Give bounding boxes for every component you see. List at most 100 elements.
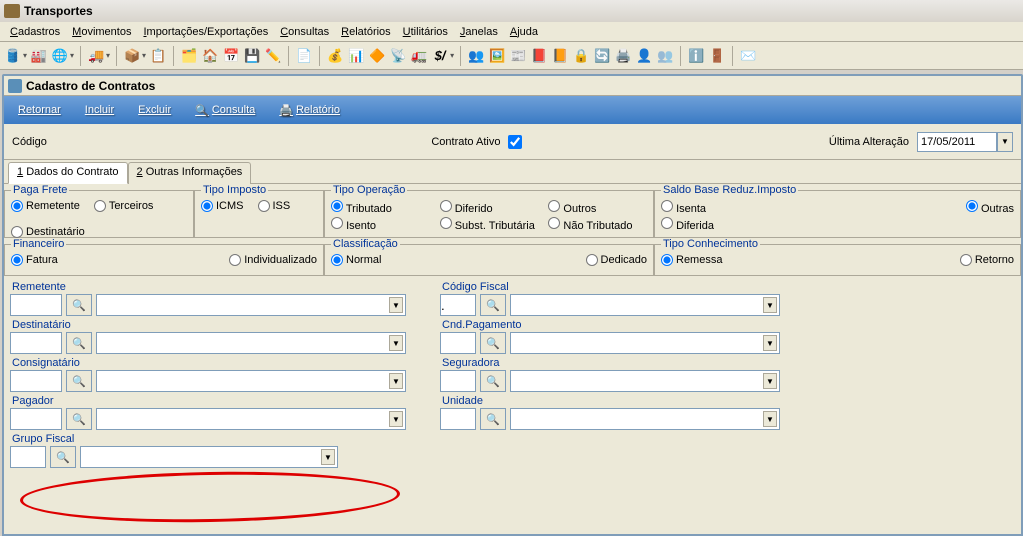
grupo-fiscal-code[interactable]: [10, 446, 46, 468]
menu-janelas[interactable]: Janelas: [454, 24, 504, 40]
pagador-lookup-btn[interactable]: 🔍: [66, 408, 92, 430]
tool-icon-23[interactable]: 📙: [551, 47, 569, 65]
tool-icon-13[interactable]: 💰: [326, 47, 344, 65]
tool-icon-9[interactable]: 📅: [222, 47, 240, 65]
cnd-pagamento-code[interactable]: [440, 332, 476, 354]
tool-icon-11[interactable]: ✏️: [264, 47, 282, 65]
ultima-alteracao-value[interactable]: 17/05/2011: [917, 132, 997, 152]
radio-diferido[interactable]: Diferido: [440, 200, 539, 215]
grupo-fiscal-lookup-btn[interactable]: 🔍: [50, 446, 76, 468]
pagador-code[interactable]: [10, 408, 62, 430]
codigo-fiscal-combo[interactable]: ▼: [510, 294, 780, 316]
destinatario-lookup-btn[interactable]: 🔍: [66, 332, 92, 354]
radio-subst[interactable]: Subst. Tributária: [440, 217, 539, 232]
action-relatorio[interactable]: 🖨️ Relatório: [279, 104, 340, 117]
dropdown-icon[interactable]: ▾: [450, 51, 454, 60]
tab-outras-informacoes[interactable]: 2 Outras Informações: [128, 162, 252, 184]
tool-icon-14[interactable]: 📊: [347, 47, 365, 65]
radio-diferida[interactable]: Diferida: [661, 217, 714, 232]
action-excluir[interactable]: Excluir: [138, 104, 171, 116]
tool-icon-19[interactable]: 👥: [467, 47, 485, 65]
menu-relatorios[interactable]: Relatórios: [335, 24, 397, 40]
consignatario-lookup-btn[interactable]: 🔍: [66, 370, 92, 392]
radio-terceiros[interactable]: Terceiros: [94, 200, 154, 212]
radio-normal[interactable]: Normal: [331, 254, 381, 266]
menu-importacoes[interactable]: Importações/Exportações: [137, 24, 274, 40]
dropdown-icon[interactable]: ▾: [106, 51, 110, 60]
tool-icon-25[interactable]: 🔄: [593, 47, 611, 65]
radio-retorno[interactable]: Retorno: [960, 254, 1014, 266]
tool-icon-5[interactable]: 📦: [123, 47, 141, 65]
tool-icon-8[interactable]: 🏠: [201, 47, 219, 65]
tool-icon-20[interactable]: 🖼️: [488, 47, 506, 65]
tool-icon-26[interactable]: 🖨️: [614, 47, 632, 65]
seguradora-code[interactable]: [440, 370, 476, 392]
remetente-combo[interactable]: ▼: [96, 294, 406, 316]
menu-ajuda[interactable]: Ajuda: [504, 24, 544, 40]
seguradora-combo[interactable]: ▼: [510, 370, 780, 392]
tool-icon-16[interactable]: 📡: [389, 47, 407, 65]
tool-icon-4[interactable]: 🚚: [87, 47, 105, 65]
radio-outros[interactable]: Outros: [548, 200, 647, 215]
cnd-pagamento-combo[interactable]: ▼: [510, 332, 780, 354]
tool-icon-22[interactable]: 📕: [530, 47, 548, 65]
tool-icon-7[interactable]: 🗂️: [180, 47, 198, 65]
tool-icon-17[interactable]: 🚛: [410, 47, 428, 65]
radio-tributado[interactable]: Tributado: [331, 200, 430, 215]
tool-icon-27[interactable]: 👤: [635, 47, 653, 65]
contrato-ativo-checkbox[interactable]: [508, 135, 522, 149]
tool-icon-30[interactable]: 🚪: [708, 47, 726, 65]
tool-icon-28[interactable]: 👥: [656, 47, 674, 65]
consignatario-code[interactable]: [10, 370, 62, 392]
unidade-code[interactable]: [440, 408, 476, 430]
action-consulta[interactable]: 🔍 Consulta: [195, 104, 255, 117]
radio-dedicado[interactable]: Dedicado: [586, 254, 647, 266]
dropdown-icon[interactable]: ▾: [70, 51, 74, 60]
date-dropdown-icon[interactable]: ▼: [997, 132, 1013, 152]
dropdown-icon[interactable]: ▾: [23, 51, 27, 60]
menu-movimentos[interactable]: Movimentos: [66, 24, 137, 40]
destinatario-combo[interactable]: ▼: [96, 332, 406, 354]
radio-destinatario[interactable]: Destinatário: [11, 226, 187, 238]
destinatario-code[interactable]: [10, 332, 62, 354]
tool-icon-6[interactable]: 📋: [149, 47, 167, 65]
tool-icon-3[interactable]: 🌐: [51, 47, 69, 65]
tool-icon-24[interactable]: 🔒: [572, 47, 590, 65]
seguradora-lookup-btn[interactable]: 🔍: [480, 370, 506, 392]
cnd-pagamento-lookup-btn[interactable]: 🔍: [480, 332, 506, 354]
unidade-lookup-btn[interactable]: 🔍: [480, 408, 506, 430]
radio-isento[interactable]: Isento: [331, 217, 430, 232]
tool-icon-29[interactable]: ℹ️: [687, 47, 705, 65]
radio-outras[interactable]: Outras: [966, 200, 1014, 232]
radio-remetente[interactable]: Remetente: [11, 200, 80, 212]
radio-isenta[interactable]: Isenta: [661, 200, 714, 215]
tool-icon-15[interactable]: 🔶: [368, 47, 386, 65]
tool-icon-12[interactable]: 📄: [295, 47, 313, 65]
tool-icon-21[interactable]: 📰: [509, 47, 527, 65]
tool-icon-10[interactable]: 💾: [243, 47, 261, 65]
tool-icon-1[interactable]: 🛢️: [4, 47, 22, 65]
radio-remessa[interactable]: Remessa: [661, 254, 722, 266]
dropdown-icon[interactable]: ▾: [142, 51, 146, 60]
remetente-lookup-btn[interactable]: 🔍: [66, 294, 92, 316]
tool-icon-18[interactable]: $/: [431, 47, 449, 65]
radio-icms[interactable]: ICMS: [201, 200, 244, 212]
action-retornar[interactable]: Retornar: [18, 104, 61, 116]
radio-fatura[interactable]: Fatura: [11, 254, 58, 266]
tab-dados-contrato[interactable]: 1 1 Dados do ContratoDados do Contrato: [8, 162, 128, 184]
remetente-code[interactable]: [10, 294, 62, 316]
menu-consultas[interactable]: Consultas: [274, 24, 335, 40]
radio-iss[interactable]: ISS: [258, 200, 291, 212]
menu-cadastros[interactable]: Cadastros: [4, 24, 66, 40]
unidade-combo[interactable]: ▼: [510, 408, 780, 430]
pagador-combo[interactable]: ▼: [96, 408, 406, 430]
tool-icon-2[interactable]: 🏭: [30, 47, 48, 65]
radio-naotrib[interactable]: Não Tributado: [548, 217, 647, 232]
tool-icon-31[interactable]: ✉️: [739, 47, 757, 65]
consignatario-combo[interactable]: ▼: [96, 370, 406, 392]
menu-utilitarios[interactable]: Utilitários: [397, 24, 454, 40]
codigo-fiscal-code[interactable]: [440, 294, 476, 316]
codigo-fiscal-lookup-btn[interactable]: 🔍: [480, 294, 506, 316]
grupo-fiscal-combo[interactable]: ▼: [80, 446, 338, 468]
radio-individ[interactable]: Individualizado: [229, 254, 317, 266]
